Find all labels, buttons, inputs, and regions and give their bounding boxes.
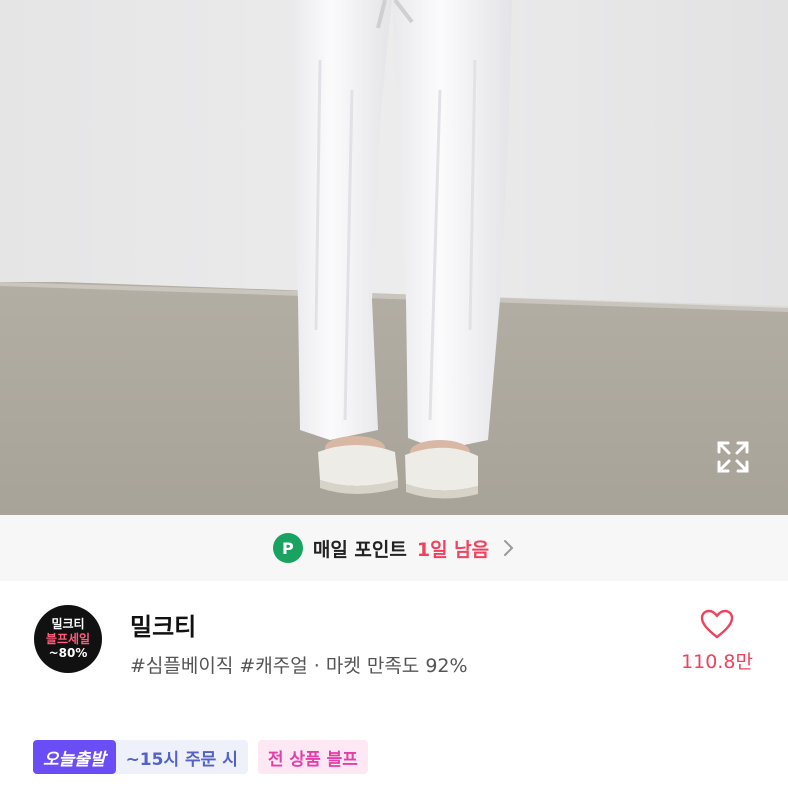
shop-logo-line1: 밀크티 [51, 617, 85, 632]
point-banner-label: 매일 포인트 [312, 538, 407, 561]
sale-badge: 전 상품 블프 [257, 740, 368, 774]
expand-button[interactable] [710, 434, 756, 480]
product-photo[interactable] [0, 0, 788, 515]
order-time-badge: ~15시 주문 시 [115, 740, 248, 774]
shop-tags: #심플베이직 #캐주얼 · 마켓 만족도 92% [130, 655, 468, 677]
badge-row: 오늘출발 ~15시 주문 시 전 상품 블프 [33, 740, 368, 774]
shop-logo-line3: ~80% [48, 646, 88, 661]
point-days-left: 1일 남음 [416, 538, 490, 561]
expand-icon [717, 441, 749, 473]
today-ship-badge: 오늘출발 [33, 740, 116, 774]
product-photo-illustration [0, 0, 788, 515]
shop-logo-line2: 블프세일 [45, 631, 91, 646]
chevron-right-icon [504, 540, 514, 556]
like-count: 110.8만 [681, 651, 753, 673]
point-badge-icon: P [272, 533, 303, 563]
shop-name[interactable]: 밀크티 [130, 607, 196, 642]
like-button[interactable]: 110.8만 [672, 609, 762, 674]
daily-point-banner[interactable]: P 매일 포인트 1일 남음 [0, 515, 788, 581]
shop-logo[interactable]: 밀크티 블프세일 ~80% [34, 605, 102, 673]
heart-icon [700, 609, 734, 639]
shop-info: 밀크티 블프세일 ~80% 밀크티 #심플베이직 #캐주얼 · 마켓 만족도 9… [0, 581, 788, 706]
